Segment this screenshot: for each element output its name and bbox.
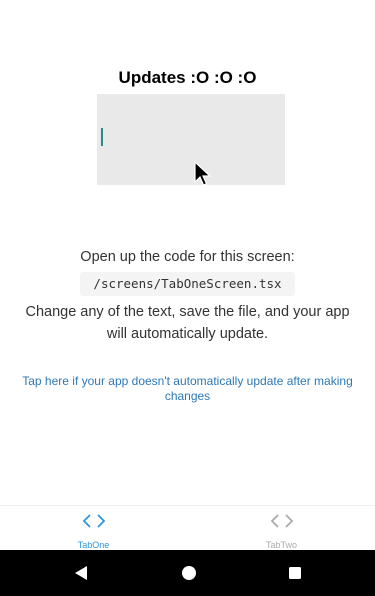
- get-started-text: Open up the code for this screen:: [80, 249, 295, 265]
- app-screen: Updates :O :O :O Open up the code for th…: [0, 0, 375, 551]
- recents-icon[interactable]: [286, 564, 304, 582]
- code-path: /screens/TabOneScreen.tsx: [80, 272, 295, 296]
- tab-two-label: TabTwo: [265, 540, 298, 550]
- tab-one-label: TabOne: [77, 540, 110, 550]
- page-title: Updates :O :O :O: [118, 68, 257, 87]
- home-icon[interactable]: [180, 564, 198, 582]
- text-input[interactable]: [97, 94, 285, 186]
- bottom-tab-bar: TabOne TabTwo: [0, 505, 375, 551]
- tab-one[interactable]: TabOne: [0, 506, 187, 551]
- change-instructions-text: Change any of the text, save the file, a…: [25, 304, 350, 342]
- mouse-pointer-icon: [194, 160, 212, 186]
- back-icon[interactable]: [72, 564, 90, 582]
- tab-two[interactable]: TabTwo: [188, 506, 375, 551]
- text-caret: [101, 128, 103, 146]
- help-link[interactable]: Tap here if your app doesn't automatical…: [20, 374, 355, 404]
- code-icon: [270, 514, 293, 528]
- code-icon: [82, 514, 105, 528]
- android-navigation-bar: [0, 550, 375, 596]
